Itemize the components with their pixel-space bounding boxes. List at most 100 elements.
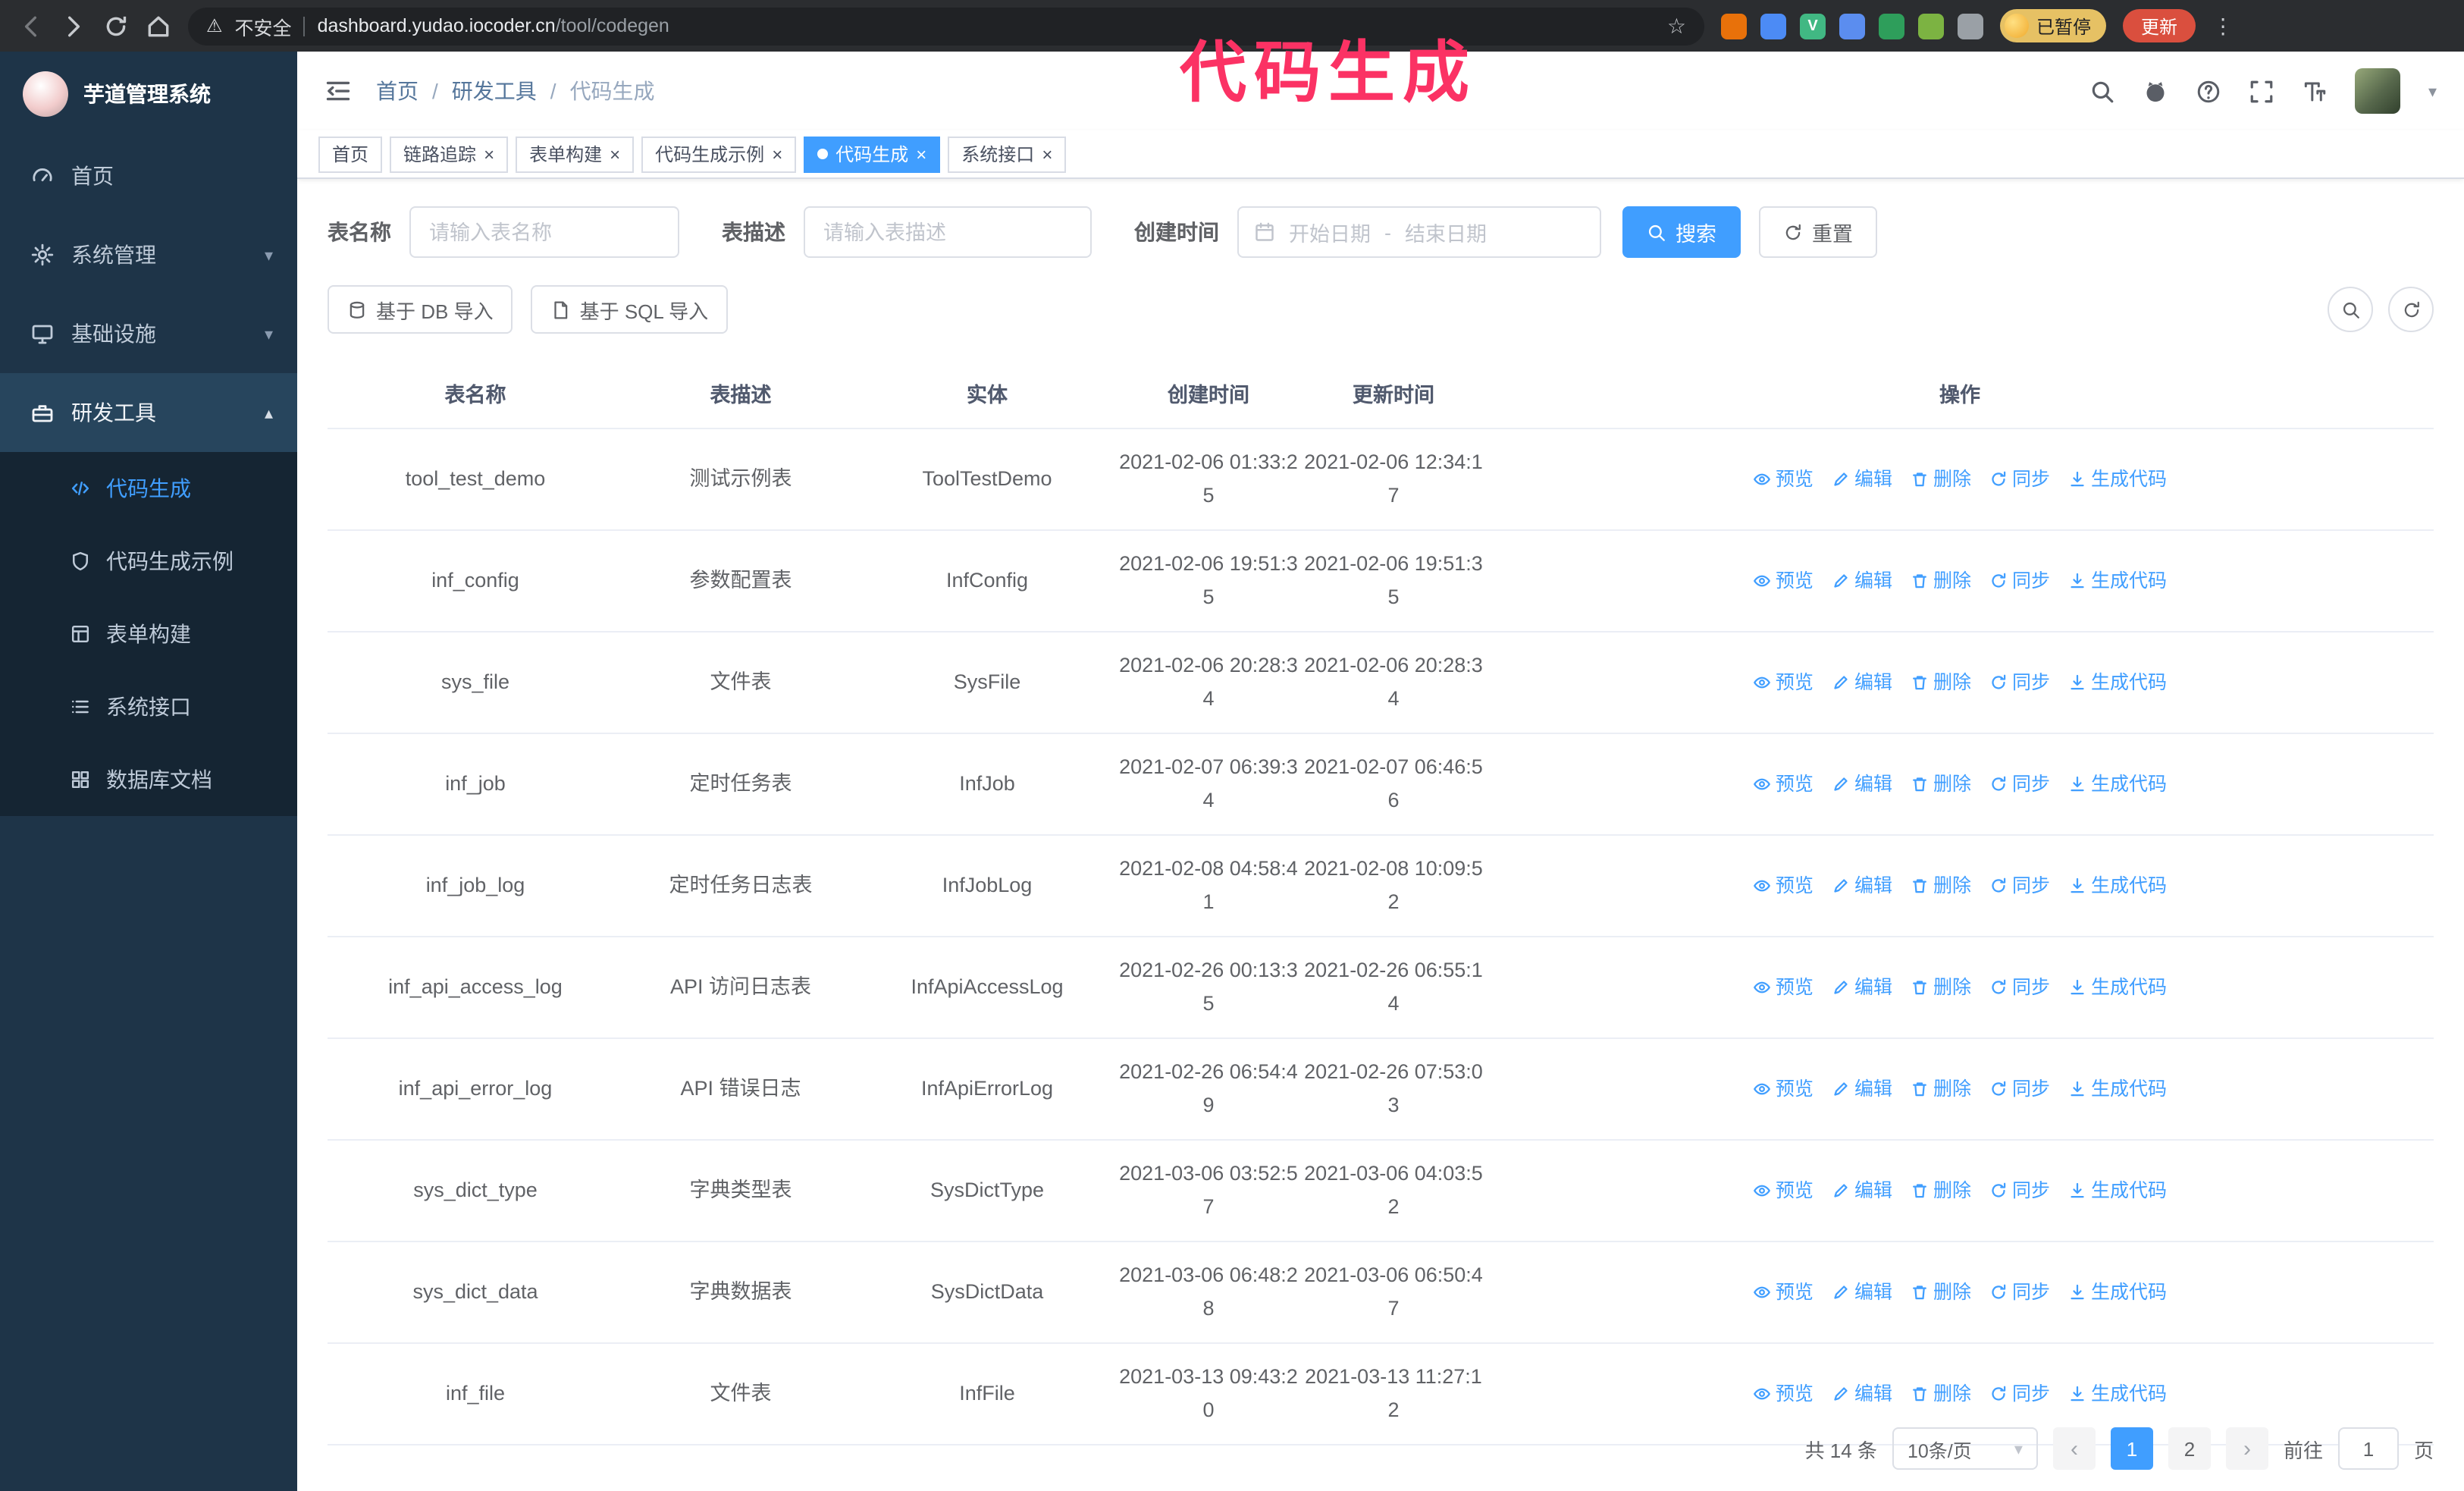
help-icon[interactable] <box>2196 78 2222 104</box>
preview-link[interactable]: 预览 <box>1753 1072 1814 1106</box>
sidebar-item-form-builder[interactable]: 表单构建 <box>0 598 297 670</box>
delete-link[interactable]: 删除 <box>1911 1276 1971 1309</box>
sidebar-fold-icon[interactable] <box>324 77 352 105</box>
delete-link[interactable]: 删除 <box>1911 564 1971 598</box>
address-bar[interactable]: ⚠ 不安全 dashboard.yudao.iocoder.cn/tool/co… <box>188 7 1704 45</box>
generate-code-link[interactable]: 生成代码 <box>2068 869 2167 902</box>
generate-code-link[interactable]: 生成代码 <box>2068 1072 2167 1106</box>
close-icon[interactable]: × <box>916 145 926 163</box>
security-label[interactable]: 不安全 <box>235 11 292 40</box>
preview-link[interactable]: 预览 <box>1753 869 1814 902</box>
extension-vue-devtools-icon[interactable]: V <box>1800 13 1826 39</box>
delete-link[interactable]: 删除 <box>1911 1072 1971 1106</box>
sync-link[interactable]: 同步 <box>1989 463 2050 496</box>
bookmark-star-icon[interactable]: ☆ <box>1667 13 1686 39</box>
generate-code-link[interactable]: 生成代码 <box>2068 971 2167 1004</box>
generate-code-link[interactable]: 生成代码 <box>2068 1174 2167 1207</box>
next-page-button[interactable]: › <box>2225 1427 2268 1470</box>
edit-link[interactable]: 编辑 <box>1832 1377 1892 1411</box>
generate-code-link[interactable]: 生成代码 <box>2068 666 2167 699</box>
preview-link[interactable]: 预览 <box>1753 1276 1814 1309</box>
delete-link[interactable]: 删除 <box>1911 1174 1971 1207</box>
import-db-button[interactable]: 基于 DB 导入 <box>328 285 513 334</box>
browser-menu-icon[interactable]: ⋮ <box>2212 13 2234 39</box>
edit-link[interactable]: 编辑 <box>1832 971 1892 1004</box>
extension-people-icon[interactable] <box>1839 13 1865 39</box>
delete-link[interactable]: 删除 <box>1911 463 1971 496</box>
delete-link[interactable]: 删除 <box>1911 767 1971 801</box>
reload-icon[interactable] <box>103 13 129 39</box>
prev-page-button[interactable]: ‹ <box>2052 1427 2096 1470</box>
extension-orange-icon[interactable] <box>1721 13 1747 39</box>
close-icon[interactable]: × <box>610 145 620 163</box>
edit-link[interactable]: 编辑 <box>1832 666 1892 699</box>
preview-link[interactable]: 预览 <box>1753 1174 1814 1207</box>
sync-link[interactable]: 同步 <box>1989 767 2050 801</box>
sync-link[interactable]: 同步 <box>1989 1276 2050 1309</box>
breadcrumb-devtools[interactable]: 研发工具 <box>452 76 537 106</box>
back-icon[interactable] <box>18 13 44 39</box>
tab-codegen[interactable]: 代码生成 × <box>804 136 941 172</box>
preview-link[interactable]: 预览 <box>1753 1377 1814 1411</box>
extension-leaf-icon[interactable] <box>1918 13 1944 39</box>
import-sql-button[interactable]: 基于 SQL 导入 <box>531 285 729 334</box>
app-logo[interactable]: 芋道管理系统 <box>0 52 297 137</box>
edit-link[interactable]: 编辑 <box>1832 767 1892 801</box>
edit-link[interactable]: 编辑 <box>1832 1174 1892 1207</box>
preview-link[interactable]: 预览 <box>1753 463 1814 496</box>
sync-link[interactable]: 同步 <box>1989 564 2050 598</box>
reset-button[interactable]: 重置 <box>1759 206 1877 258</box>
generate-code-link[interactable]: 生成代码 <box>2068 767 2167 801</box>
close-icon[interactable]: × <box>1042 145 1052 163</box>
tab-trace[interactable]: 链路追踪 × <box>390 136 509 172</box>
sync-link[interactable]: 同步 <box>1989 666 2050 699</box>
delete-link[interactable]: 删除 <box>1911 869 1971 902</box>
edit-link[interactable]: 编辑 <box>1832 1276 1892 1309</box>
goto-page-input[interactable] <box>2337 1427 2399 1470</box>
preview-link[interactable]: 预览 <box>1753 666 1814 699</box>
table-name-input[interactable] <box>409 206 679 258</box>
sync-link[interactable]: 同步 <box>1989 971 2050 1004</box>
sync-link[interactable]: 同步 <box>1989 1174 2050 1207</box>
search-button[interactable]: 搜索 <box>1622 206 1741 258</box>
search-icon[interactable] <box>2090 78 2116 104</box>
generate-code-link[interactable]: 生成代码 <box>2068 1276 2167 1309</box>
generate-code-link[interactable]: 生成代码 <box>2068 463 2167 496</box>
extension-blue-icon[interactable] <box>1760 13 1786 39</box>
browser-update-button[interactable]: 更新 <box>2123 9 2196 42</box>
tab-form-builder[interactable]: 表单构建 × <box>516 136 635 172</box>
edit-link[interactable]: 编辑 <box>1832 1072 1892 1106</box>
delete-link[interactable]: 删除 <box>1911 1377 1971 1411</box>
tab-system-api[interactable]: 系统接口 × <box>948 136 1067 172</box>
font-size-icon[interactable] <box>2303 78 2328 104</box>
sidebar-item-infrastructure[interactable]: 基础设施 ▾ <box>0 294 297 373</box>
page-size-select[interactable]: 10条/页 ▾ <box>1892 1427 2038 1470</box>
refresh-table-button[interactable] <box>2388 287 2434 332</box>
page-button-1[interactable]: 1 <box>2110 1427 2153 1470</box>
sidebar-item-db-docs[interactable]: 数据库文档 <box>0 743 297 816</box>
close-icon[interactable]: × <box>484 145 494 163</box>
sidebar-item-home[interactable]: 首页 <box>0 137 297 215</box>
sync-link[interactable]: 同步 <box>1989 1072 2050 1106</box>
fullscreen-icon[interactable] <box>2249 78 2275 104</box>
delete-link[interactable]: 删除 <box>1911 971 1971 1004</box>
tab-home[interactable]: 首页 <box>318 136 383 172</box>
generate-code-link[interactable]: 生成代码 <box>2068 1377 2167 1411</box>
edit-link[interactable]: 编辑 <box>1832 869 1892 902</box>
avatar-caret-icon[interactable]: ▾ <box>2428 81 2437 101</box>
preview-link[interactable]: 预览 <box>1753 564 1814 598</box>
generate-code-link[interactable]: 生成代码 <box>2068 564 2167 598</box>
profile-paused-chip[interactable]: 已暂停 <box>2000 9 2107 42</box>
sidebar-item-codegen[interactable]: 代码生成 <box>0 452 297 525</box>
page-button-2[interactable]: 2 <box>2168 1427 2211 1470</box>
table-desc-input[interactable] <box>804 206 1092 258</box>
date-range-picker[interactable]: 开始日期 - 结束日期 <box>1237 206 1601 258</box>
delete-link[interactable]: 删除 <box>1911 666 1971 699</box>
home-icon[interactable] <box>146 13 171 39</box>
sidebar-item-system[interactable]: 系统管理 ▾ <box>0 215 297 294</box>
preview-link[interactable]: 预览 <box>1753 767 1814 801</box>
extension-card-icon[interactable] <box>1879 13 1904 39</box>
edit-link[interactable]: 编辑 <box>1832 564 1892 598</box>
close-icon[interactable]: × <box>772 145 782 163</box>
toggle-search-button[interactable] <box>2328 287 2373 332</box>
